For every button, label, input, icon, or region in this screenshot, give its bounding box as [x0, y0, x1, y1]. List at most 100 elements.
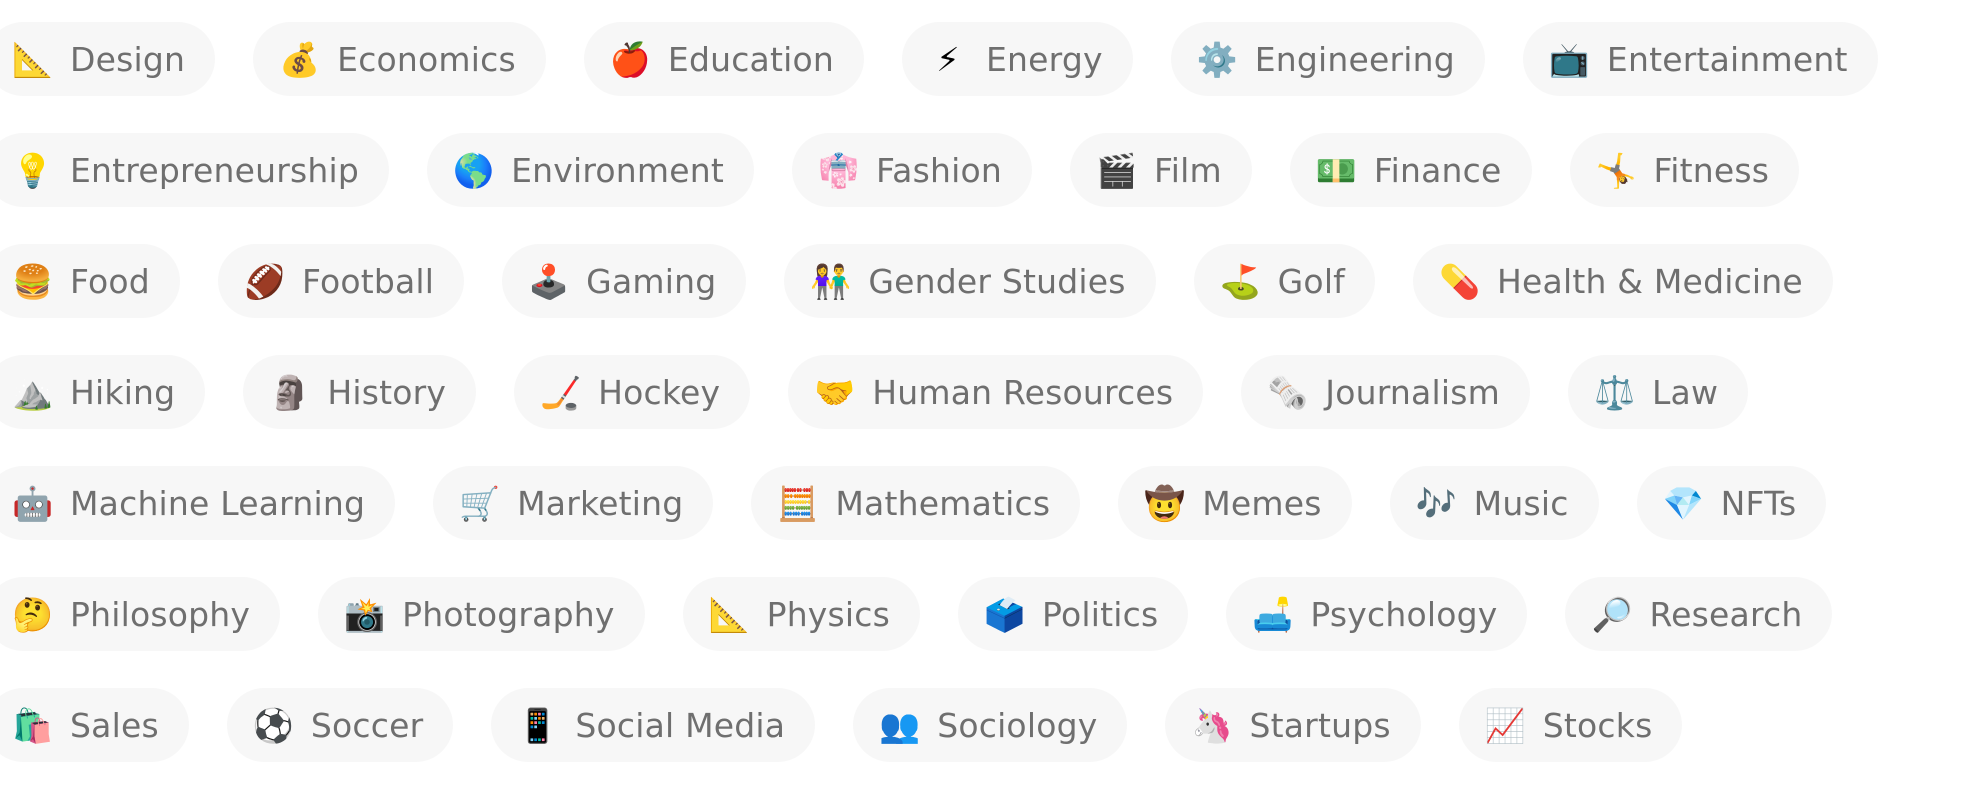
- topic-chip-engineering[interactable]: ⚙️ Engineering: [1170, 22, 1485, 96]
- topic-chip-label: Entertainment: [1606, 39, 1848, 79]
- topic-chip-fashion[interactable]: 👘 Fashion: [792, 133, 1032, 207]
- topic-chip-history[interactable]: 🗿 History: [243, 355, 477, 429]
- topic-chip-label: Soccer: [310, 705, 424, 745]
- topic-chip-machine-learning[interactable]: 🤖 Machine Learning: [0, 466, 396, 540]
- topic-chip-label: Psychology: [1310, 594, 1498, 634]
- topic-row: 🍔 Food 🏈 Football 🕹️ Gaming 👫 Gender Studies ⛳ Go…: [0, 244, 1968, 318]
- topic-chip-entertainment[interactable]: 📺 Entertainment: [1522, 22, 1878, 96]
- triangular-ruler-icon: 📐: [12, 39, 54, 79]
- topic-chip-energy[interactable]: ⚡ Energy: [901, 22, 1133, 96]
- magnifying-glass-icon: 🔎: [1591, 594, 1633, 634]
- topic-chip-stocks[interactable]: 📈 Stocks: [1458, 688, 1683, 762]
- topic-chip-human-resources[interactable]: 🤝 Human Resources: [788, 355, 1204, 429]
- topic-chip-label: History: [327, 372, 447, 412]
- topic-chip-law[interactable]: ⚖️ Law: [1567, 355, 1749, 429]
- topic-chip-label: Environment: [511, 150, 724, 190]
- television-icon: 📺: [1548, 39, 1591, 79]
- topic-chip-label: Sales: [70, 705, 159, 745]
- topic-chip-memes[interactable]: 🤠 Memes: [1118, 466, 1352, 540]
- chart-increasing-icon: 📈: [1484, 705, 1526, 745]
- topic-chip-label: Journalism: [1325, 372, 1500, 412]
- topic-chip-music[interactable]: 🎶 Music: [1389, 466, 1599, 540]
- topic-chip-label: Music: [1473, 483, 1569, 523]
- topic-chip-social-media[interactable]: 📱 Social Media: [491, 688, 816, 762]
- topic-chip-nfts[interactable]: 💎 NFTs: [1636, 466, 1827, 540]
- topic-chip-label: Health & Medicine: [1497, 261, 1803, 301]
- pill-icon: 💊: [1439, 261, 1481, 301]
- topic-chip-environment[interactable]: 🌎 Environment: [427, 133, 754, 207]
- ballot-box-icon: 🗳️: [984, 594, 1026, 634]
- topic-chip-education[interactable]: 🍎 Education: [583, 22, 864, 96]
- topic-chip-football[interactable]: 🏈 Football: [217, 244, 465, 318]
- topic-chip-label: Human Resources: [872, 372, 1174, 412]
- topic-chip-mathematics[interactable]: 🧮 Mathematics: [751, 466, 1081, 540]
- soccer-ball-icon: ⚽: [252, 705, 294, 745]
- topic-row: 📐 Design 💰 Economics 🍎 Education ⚡ Energy ⚙️ Engi…: [0, 22, 1968, 96]
- topic-chip-photography[interactable]: 📸 Photography: [318, 577, 645, 651]
- topic-chip-health-and-medicine[interactable]: 💊 Health & Medicine: [1413, 244, 1833, 318]
- topic-chip-sales[interactable]: 🛍️ Sales: [0, 688, 189, 762]
- clapper-board-icon: 🎬: [1095, 150, 1138, 190]
- shopping-bags-icon: 🛍️: [12, 705, 54, 745]
- topic-row: 🤖 Machine Learning 🛒 Marketing 🧮 Mathematics 🤠…: [0, 466, 1968, 540]
- topic-chip-label: Machine Learning: [70, 483, 366, 523]
- topic-chip-label: Economics: [337, 39, 516, 79]
- topic-row: 💡 Entrepreneurship 🌎 Environment 👘 Fashion 🎬 Fi…: [0, 133, 1968, 207]
- topic-chip-sociology[interactable]: 👥 Sociology: [853, 688, 1128, 762]
- topic-chip-label: Photography: [402, 594, 615, 634]
- topic-chip-golf[interactable]: ⛳ Golf: [1193, 244, 1376, 318]
- topic-row: 🛍️ Sales ⚽ Soccer 📱 Social Media 👥 Sociology 🦄 St…: [0, 688, 1968, 762]
- topic-chip-label: Hockey: [598, 372, 721, 412]
- topic-chip-design[interactable]: 📐 Design: [0, 22, 216, 96]
- lightning-icon: ⚡: [936, 39, 960, 79]
- american-football-icon: 🏈: [243, 261, 286, 301]
- topic-chip-label: Gaming: [586, 261, 717, 301]
- topic-chip-film[interactable]: 🎬 Film: [1069, 133, 1252, 207]
- topic-chip-marketing[interactable]: 🛒 Marketing: [433, 466, 714, 540]
- topic-chip-label: Politics: [1042, 594, 1159, 634]
- topic-chip-label: Film: [1153, 150, 1222, 190]
- topic-chip-gender-studies[interactable]: 👫 Gender Studies: [784, 244, 1156, 318]
- light-bulb-icon: 💡: [12, 150, 54, 190]
- topic-chip-label: Education: [667, 39, 834, 79]
- topic-chip-journalism[interactable]: 🗞️ Journalism: [1241, 355, 1530, 429]
- topic-chip-label: Marketing: [517, 483, 684, 523]
- topic-chip-finance[interactable]: 💵 Finance: [1289, 133, 1532, 207]
- topic-chip-hockey[interactable]: 🏒 Hockey: [514, 355, 751, 429]
- topic-chip-label: Design: [70, 39, 186, 79]
- topic-chip-gaming[interactable]: 🕹️ Gaming: [502, 244, 747, 318]
- cowboy-face-icon: 🤠: [1144, 483, 1186, 523]
- topic-chip-label: Football: [301, 261, 435, 301]
- unicorn-icon: 🦄: [1191, 705, 1233, 745]
- people-icon: 👥: [879, 705, 921, 745]
- gear-icon: ⚙️: [1196, 39, 1238, 79]
- topic-chip-label: Entrepreneurship: [70, 150, 360, 190]
- topic-chip-philosophy[interactable]: 🤔 Philosophy: [0, 577, 281, 651]
- newspaper-icon: 🗞️: [1267, 372, 1309, 412]
- topic-chip-label: Finance: [1373, 150, 1502, 190]
- topic-chip-research[interactable]: 🔎 Research: [1565, 577, 1833, 651]
- topic-chip-economics[interactable]: 💰 Economics: [253, 22, 546, 96]
- balance-scale-icon: ⚖️: [1593, 372, 1636, 412]
- topic-chip-soccer[interactable]: ⚽ Soccer: [226, 688, 454, 762]
- topic-chip-psychology[interactable]: 🛋️ Psychology: [1226, 577, 1528, 651]
- topic-chip-label: Gender Studies: [868, 261, 1126, 301]
- abacus-icon: 🧮: [777, 483, 819, 523]
- topic-chip-label: Engineering: [1254, 39, 1455, 79]
- topic-chip-hiking[interactable]: ⛰️ Hiking: [0, 355, 206, 429]
- physics-ruler-icon: 📐: [708, 594, 750, 634]
- handshake-icon: 🤝: [814, 372, 856, 412]
- shopping-cart-icon: 🛒: [459, 483, 501, 523]
- topic-chip-fitness[interactable]: 🤸 Fitness: [1569, 133, 1800, 207]
- topic-chip-entrepreneurship[interactable]: 💡 Entrepreneurship: [0, 133, 390, 207]
- topic-chip-startups[interactable]: 🦄 Startups: [1165, 688, 1421, 762]
- topic-chip-politics[interactable]: 🗳️ Politics: [958, 577, 1189, 651]
- kimono-icon: 👘: [818, 150, 860, 190]
- mobile-phone-icon: 📱: [517, 705, 559, 745]
- topic-chip-physics[interactable]: 📐 Physics: [682, 577, 921, 651]
- topic-chip-label: NFTs: [1720, 483, 1797, 523]
- topic-chip-label: Physics: [766, 594, 891, 634]
- topic-chip-list: 📐 Design 💰 Economics 🍎 Education ⚡ Energy ⚙️ Engi…: [0, 22, 1968, 799]
- topic-chip-food[interactable]: 🍔 Food: [0, 244, 180, 318]
- topic-chip-label: Food: [70, 261, 150, 301]
